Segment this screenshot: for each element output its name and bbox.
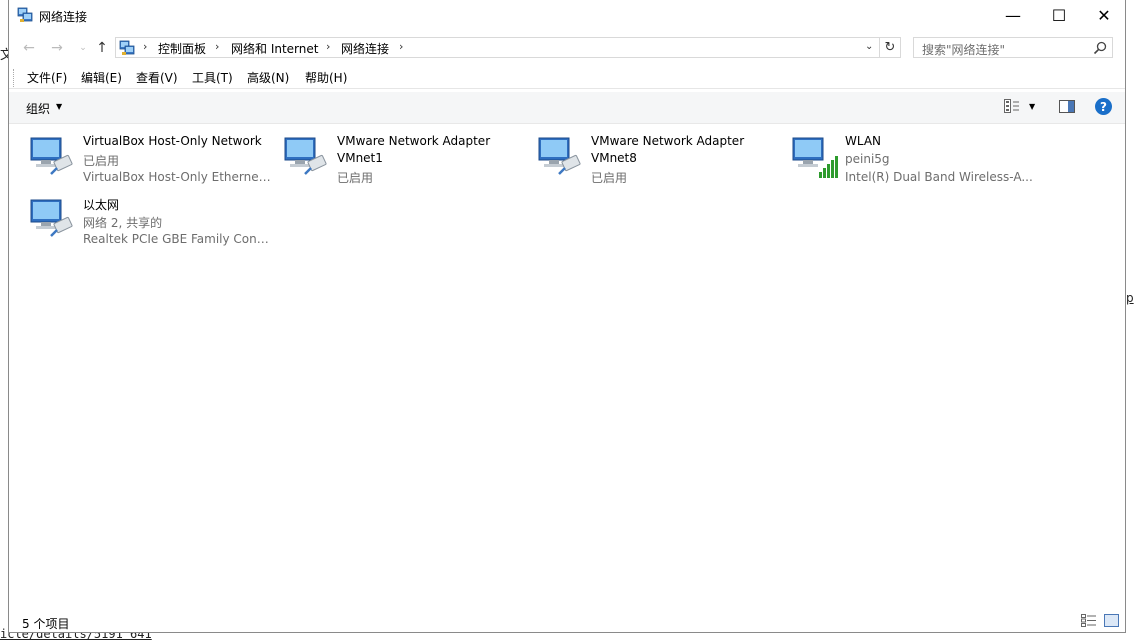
- breadcrumb-separator[interactable]: ›: [326, 40, 330, 53]
- connection-device: Intel(R) Dual Band Wireless-A...: [845, 170, 1033, 184]
- close-button[interactable]: ✕: [1081, 0, 1127, 31]
- network-adapter-icon: [30, 199, 73, 237]
- connection-status: peini5g: [845, 152, 890, 166]
- menu-bar: 文件(F) 编辑(E) 查看(V) 工具(T) 高级(N) 帮助(H): [9, 66, 1125, 89]
- menu-edit[interactable]: 编辑(E): [81, 69, 122, 86]
- forward-button[interactable]: →: [46, 37, 68, 59]
- network-adapter-icon: [284, 137, 327, 175]
- menu-advanced[interactable]: 高级(N): [247, 69, 289, 86]
- refresh-button[interactable]: ↻: [880, 37, 901, 58]
- connection-name: VMware Network Adapter: [337, 134, 491, 148]
- up-button[interactable]: ↑: [91, 37, 113, 59]
- network-connections-window: 网络连接 — ☐ ✕ ← → ⌄ ↑ › 控制面板 › 网络和 Internet…: [8, 0, 1126, 633]
- connection-status: 已启用: [337, 171, 374, 185]
- status-bar: 5 个项目: [9, 610, 1125, 632]
- connection-item[interactable]: 以太网 网络 2, 共享的 Realtek PCIe GBE Family Co…: [21, 188, 273, 246]
- connection-status: 网络 2, 共享的: [83, 216, 163, 230]
- item-count: 5 个项目: [22, 617, 70, 631]
- menu-file[interactable]: 文件(F): [27, 69, 67, 86]
- connection-name: 以太网: [83, 198, 120, 212]
- help-icon[interactable]: ?: [1095, 98, 1112, 115]
- connection-device: Realtek PCIe GBE Family Contr...: [83, 232, 273, 246]
- details-view-icon[interactable]: [1081, 614, 1097, 627]
- window-title: 网络连接: [39, 10, 88, 24]
- view-dropdown-icon[interactable]: ▼: [1029, 102, 1035, 111]
- breadcrumb-network-internet[interactable]: 网络和 Internet: [231, 40, 318, 57]
- control-panel-icon: [119, 40, 135, 55]
- change-view-icon[interactable]: [1004, 99, 1020, 113]
- search-placeholder: 搜索"网络连接": [922, 43, 1006, 57]
- network-adapter-icon: [538, 137, 581, 175]
- connection-item[interactable]: WLAN peini5g Intel(R) Dual Band Wireless…: [783, 126, 1035, 184]
- address-dropdown-icon[interactable]: ⌄: [865, 41, 873, 52]
- connection-status: 已启用: [591, 171, 628, 185]
- connections-list: VirtualBox Host-Only Network 已启用 Virtual…: [9, 124, 1125, 610]
- maximize-button[interactable]: ☐: [1036, 0, 1082, 31]
- command-bar: 组织 ▼ ▼ ?: [9, 92, 1125, 124]
- connection-status: 已启用: [83, 154, 120, 168]
- menu-grip: [13, 69, 17, 87]
- menu-view[interactable]: 查看(V): [136, 69, 178, 86]
- breadcrumb-separator[interactable]: ›: [143, 40, 147, 53]
- organize-button[interactable]: 组织: [26, 100, 50, 117]
- breadcrumb-separator[interactable]: ›: [215, 40, 219, 53]
- connection-name: VMware Network Adapter: [591, 134, 745, 148]
- background-text-right: p: [1126, 291, 1134, 305]
- address-bar[interactable]: › 控制面板 › 网络和 Internet › 网络连接 › ⌄: [115, 37, 880, 58]
- connection-name: VirtualBox Host-Only Network: [83, 134, 262, 148]
- connection-name-line2: VMnet8: [591, 151, 637, 165]
- menu-help[interactable]: 帮助(H): [305, 69, 347, 86]
- title-bar[interactable]: 网络连接 — ☐ ✕: [9, 0, 1125, 31]
- connection-device: VirtualBox Host-Only Ethernet ...: [83, 170, 273, 184]
- connection-item[interactable]: VirtualBox Host-Only Network 已启用 Virtual…: [21, 126, 273, 184]
- network-connections-icon: [17, 7, 33, 22]
- network-adapter-icon: [30, 137, 73, 175]
- preview-pane-icon[interactable]: [1059, 100, 1075, 113]
- breadcrumb-control-panel[interactable]: 控制面板: [158, 40, 206, 57]
- back-button[interactable]: ←: [18, 37, 40, 59]
- wireless-adapter-icon: [792, 137, 838, 178]
- connection-item[interactable]: VMware Network Adapter VMnet1 已启用: [275, 126, 527, 185]
- tiles-view-icon[interactable]: [1104, 614, 1119, 627]
- search-input[interactable]: 搜索"网络连接": [913, 37, 1113, 58]
- connection-name-line2: VMnet1: [337, 151, 383, 165]
- breadcrumb-separator[interactable]: ›: [399, 40, 403, 53]
- menu-tools[interactable]: 工具(T): [192, 69, 233, 86]
- breadcrumb-network-connections[interactable]: 网络连接: [341, 40, 389, 57]
- connection-item[interactable]: VMware Network Adapter VMnet8 已启用: [529, 126, 781, 185]
- search-icon[interactable]: [1093, 41, 1107, 55]
- organize-dropdown-icon[interactable]: ▼: [56, 102, 62, 111]
- connection-name: WLAN: [845, 134, 882, 148]
- address-row: ← → ⌄ ↑ › 控制面板 › 网络和 Internet › 网络连接 › ⌄…: [9, 36, 1125, 60]
- minimize-button[interactable]: —: [990, 0, 1036, 31]
